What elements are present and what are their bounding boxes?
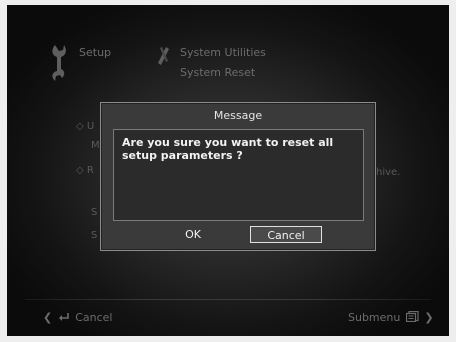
submenu-label: Submenu [348, 311, 401, 324]
page-subtitle: System Reset [180, 66, 256, 79]
back-control[interactable]: ❮ Cancel [43, 311, 112, 324]
chevron-left-icon: ❮ [43, 311, 53, 324]
bg-menu-item-3[interactable]: S [91, 207, 97, 218]
submenu-control[interactable]: Submenu ❯ [348, 310, 434, 324]
menu-list-icon [405, 310, 419, 323]
bg-menu-item-4[interactable]: S [91, 230, 97, 241]
dialog-message: Are you sure you want to reset all setup… [122, 136, 334, 162]
wrench-icon [52, 45, 66, 81]
message-dialog: Message Are you sure you want to reset a… [100, 102, 376, 251]
setup-label: Setup [79, 46, 112, 59]
bg-menu-item-2-tail: hive. [376, 167, 401, 178]
system-utilities-label: System Utilities [180, 46, 266, 59]
footer-divider [25, 299, 431, 300]
ok-button[interactable]: OK [163, 226, 223, 243]
bg-menu-item-1-line2: M [91, 140, 100, 151]
cancel-button[interactable]: Cancel [250, 226, 322, 243]
bg-menu-item-1[interactable]: ◇ U [76, 121, 94, 132]
return-arrow-icon [58, 313, 69, 321]
dialog-title: Message [213, 109, 263, 122]
chevron-right-icon: ❯ [424, 311, 434, 324]
bg-menu-item-2[interactable]: ◇ R [76, 165, 94, 176]
tools-icon [158, 47, 169, 65]
dialog-body: Are you sure you want to reset all setup… [113, 129, 364, 221]
tv-screen: Setup System Utilities System Reset ◇ U … [7, 5, 449, 336]
back-label: Cancel [75, 311, 113, 324]
